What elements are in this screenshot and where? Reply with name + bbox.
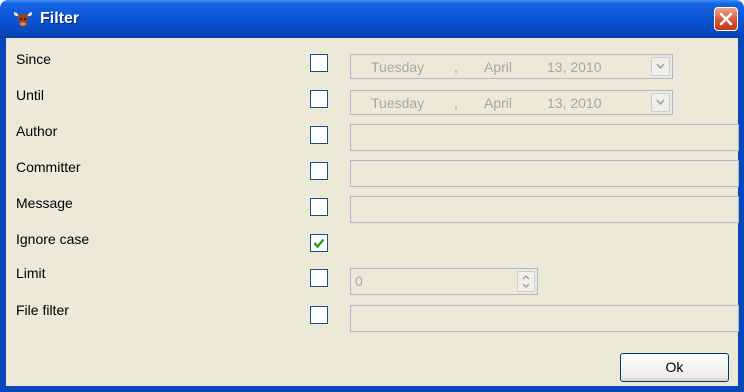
until-day-year: 13, 2010	[547, 95, 602, 111]
since-checkbox[interactable]	[310, 54, 328, 72]
checkmark-icon	[313, 238, 325, 249]
limit-label: Limit	[16, 265, 46, 281]
limit-checkbox[interactable]	[310, 269, 328, 287]
since-dropdown-button[interactable]	[651, 57, 670, 76]
until-weekday: Tuesday	[371, 95, 425, 111]
author-checkbox[interactable]	[310, 126, 328, 144]
until-dropdown-button[interactable]	[651, 93, 670, 112]
ok-button[interactable]: Ok	[620, 353, 729, 382]
chevron-down-icon	[656, 99, 665, 106]
file-filter-checkbox[interactable]	[310, 306, 328, 324]
author-label: Author	[16, 123, 58, 139]
ignore-case-label: Ignore case	[16, 231, 90, 247]
since-weekday: Tuesday	[371, 59, 425, 75]
limit-value: 0	[355, 273, 363, 289]
author-input[interactable]	[350, 124, 739, 151]
ignore-case-checkbox[interactable]	[310, 234, 328, 252]
filter-dialog: Filter Since Tuesday , April 13, 2010 Un…	[0, 0, 744, 392]
title-bar[interactable]: Filter	[0, 0, 744, 38]
spin-arrows-icon	[522, 274, 530, 289]
until-date-picker[interactable]: Tuesday , April 13, 2010	[350, 90, 673, 115]
until-label: Until	[16, 87, 45, 103]
since-date-picker[interactable]: Tuesday , April 13, 2010	[350, 54, 673, 79]
limit-spin-buttons[interactable]	[517, 271, 535, 292]
since-month: April	[484, 59, 513, 75]
window-frame-bottom	[0, 386, 744, 392]
message-checkbox[interactable]	[310, 198, 328, 216]
file-filter-input[interactable]	[350, 305, 739, 332]
message-input[interactable]	[350, 196, 739, 223]
since-separator: ,	[454, 59, 458, 75]
committer-checkbox[interactable]	[310, 162, 328, 180]
chevron-down-icon	[656, 63, 665, 70]
bull-icon	[12, 8, 34, 30]
committer-label: Committer	[16, 159, 81, 175]
until-separator: ,	[454, 95, 458, 111]
until-month: April	[484, 95, 513, 111]
since-day-year: 13, 2010	[547, 59, 602, 75]
committer-input[interactable]	[350, 160, 739, 187]
message-label: Message	[16, 195, 73, 211]
until-checkbox[interactable]	[310, 90, 328, 108]
close-icon	[719, 12, 733, 26]
close-button[interactable]	[714, 7, 738, 31]
since-label: Since	[16, 51, 52, 67]
file-filter-label: File filter	[16, 302, 69, 318]
window-title: Filter	[40, 10, 80, 27]
limit-spinner[interactable]: 0	[350, 268, 538, 295]
